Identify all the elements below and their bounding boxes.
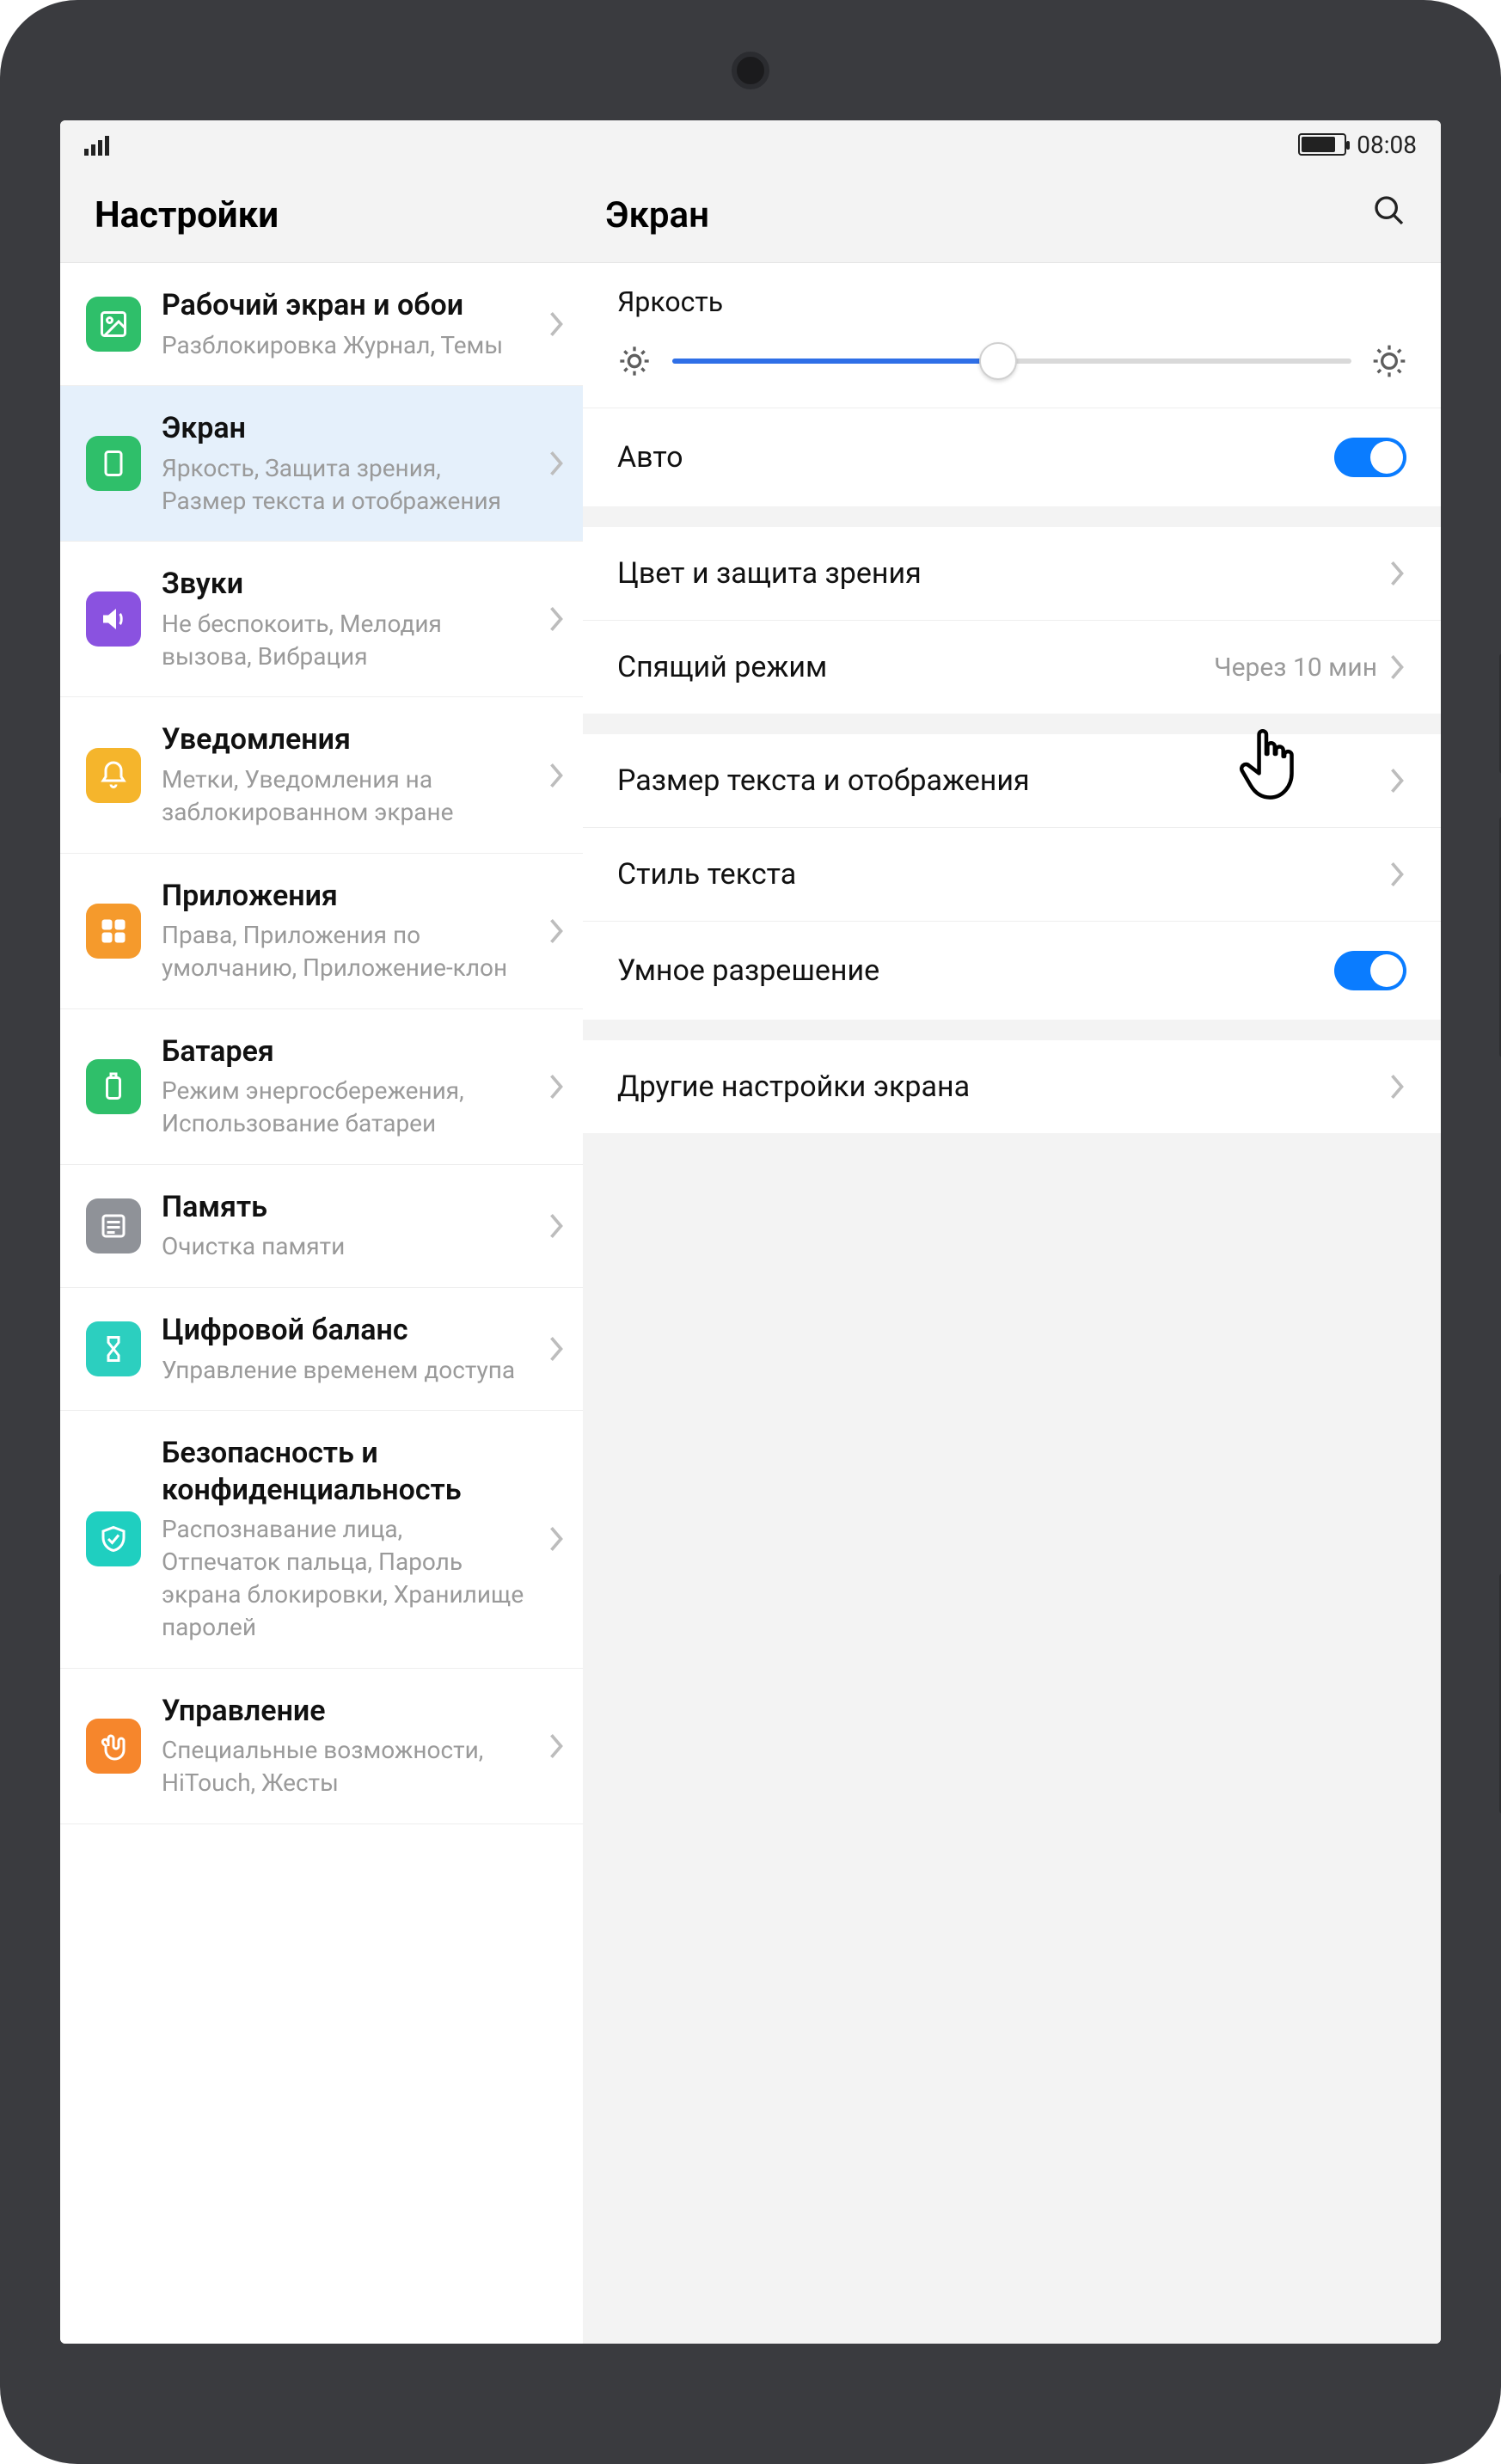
row-label: Стиль текста xyxy=(617,857,796,892)
row-label: Цвет и защита зрения xyxy=(617,556,922,591)
storage-icon xyxy=(86,1198,141,1253)
sidebar-item-subtitle: Специальные возможности, HiTouch, Жесты xyxy=(162,1734,526,1799)
sound-icon xyxy=(86,591,141,647)
sidebar-item-wallpaper[interactable]: Рабочий экран и обои Разблокировка Журна… xyxy=(60,263,583,386)
row-label: Спящий режим xyxy=(617,650,827,684)
chevron-right-icon xyxy=(547,604,566,634)
headers: Настройки Экран xyxy=(60,169,1441,263)
chevron-right-icon xyxy=(547,1333,566,1364)
row-other-display[interactable]: Другие настройки экрана xyxy=(583,1040,1441,1133)
chevron-right-icon xyxy=(547,1523,566,1554)
row-value: Через 10 мин xyxy=(1214,653,1377,683)
status-bar: 08:08 xyxy=(60,120,1441,169)
chevron-right-icon xyxy=(547,1211,566,1241)
row-text-style[interactable]: Стиль текста xyxy=(583,827,1441,921)
sidebar-item-label: Звуки xyxy=(162,566,526,603)
sidebar-item-subtitle: Управление временем доступа xyxy=(162,1354,526,1387)
hand-icon xyxy=(86,1719,141,1774)
bell-icon xyxy=(86,748,141,803)
sidebar-item-label: Цифровой баланс xyxy=(162,1312,526,1349)
chevron-right-icon xyxy=(547,1071,566,1102)
sidebar-item-storage[interactable]: Память Очистка памяти xyxy=(60,1165,583,1288)
sidebar-item-subtitle: Распознавание лица, Отпечаток пальца, Па… xyxy=(162,1513,526,1643)
settings-sidebar[interactable]: Рабочий экран и обои Разблокировка Журна… xyxy=(60,263,583,2344)
chevron-right-icon xyxy=(1388,765,1406,796)
sun-high-icon xyxy=(1372,344,1406,378)
signal-icon xyxy=(84,133,109,156)
sidebar-item-battery[interactable]: Батарея Режим энергосбережения, Использо… xyxy=(60,1009,583,1165)
chevron-right-icon xyxy=(1388,1071,1406,1102)
toggle-smart-resolution[interactable] xyxy=(1334,951,1406,990)
front-camera xyxy=(732,52,769,89)
sidebar-item-display[interactable]: Экран Яркость, Защита зрения, Размер тек… xyxy=(60,386,583,542)
row-sleep[interactable]: Спящий режим Через 10 мин xyxy=(583,620,1441,714)
wallpaper-icon xyxy=(86,297,141,352)
chevron-right-icon xyxy=(1388,859,1406,890)
search-icon[interactable] xyxy=(1372,193,1406,237)
sidebar-item-subtitle: Не беспокоить, Мелодия вызова, Вибрация xyxy=(162,608,526,673)
shield-icon xyxy=(86,1511,141,1566)
sidebar-item-label: Батарея xyxy=(162,1033,526,1070)
sidebar-item-label: Уведомления xyxy=(162,721,526,758)
battery-settings-icon xyxy=(86,1059,141,1114)
sidebar-item-sounds[interactable]: Звуки Не беспокоить, Мелодия вызова, Виб… xyxy=(60,542,583,697)
battery-icon xyxy=(1298,133,1346,156)
row-color-protect[interactable]: Цвет и защита зрения xyxy=(583,527,1441,620)
row-label: Умное разрешение xyxy=(617,953,879,988)
sidebar-item-notifications[interactable]: Уведомления Метки, Уведомления на заблок… xyxy=(60,697,583,853)
sidebar-item-label: Безопасность и конфиденциальность xyxy=(162,1435,526,1508)
row-label: Авто xyxy=(617,440,683,475)
row-label: Другие настройки экрана xyxy=(617,1070,970,1104)
toggle-auto-brightness[interactable] xyxy=(1334,438,1406,477)
slider-thumb[interactable] xyxy=(979,342,1017,380)
apps-icon xyxy=(86,904,141,959)
chevron-right-icon xyxy=(547,309,566,340)
row-label: Размер текста и отображения xyxy=(617,763,1030,798)
chevron-right-icon xyxy=(547,1731,566,1762)
status-time: 08:08 xyxy=(1357,131,1417,159)
sidebar-item-subtitle: Режим энергосбережения, Использование ба… xyxy=(162,1075,526,1140)
screen: 08:08 Настройки Экран xyxy=(60,120,1441,2344)
sidebar-item-label: Приложения xyxy=(162,878,526,915)
chevron-right-icon xyxy=(1388,652,1406,683)
row-text-size[interactable]: Размер текста и отображения xyxy=(583,734,1441,827)
sidebar-item-digital-balance[interactable]: Цифровой баланс Управление временем дост… xyxy=(60,1288,583,1411)
sidebar-item-subtitle: Разблокировка Журнал, Темы xyxy=(162,329,526,362)
display-icon xyxy=(86,436,141,491)
sidebar-item-apps[interactable]: Приложения Права, Приложения по умолчани… xyxy=(60,854,583,1009)
sidebar-item-label: Управление xyxy=(162,1693,526,1730)
chevron-right-icon xyxy=(547,760,566,791)
detail-title: Экран xyxy=(605,194,709,236)
sidebar-item-subtitle: Метки, Уведомления на заблокированном эк… xyxy=(162,763,526,829)
sidebar-item-security[interactable]: Безопасность и конфиденциальность Распоз… xyxy=(60,1411,583,1668)
chevron-right-icon xyxy=(547,916,566,947)
sidebar-item-subtitle: Яркость, Защита зрения, Размер текста и … xyxy=(162,452,526,518)
brightness-slider[interactable] xyxy=(672,359,1351,364)
brightness-label: Яркость xyxy=(617,285,1406,318)
detail-panel: Яркость Авто xyxy=(583,263,1441,2344)
sun-low-icon xyxy=(617,344,652,378)
tablet-frame: 08:08 Настройки Экран xyxy=(0,0,1501,2464)
chevron-right-icon xyxy=(1388,558,1406,589)
chevron-right-icon xyxy=(547,448,566,479)
sidebar-item-label: Память xyxy=(162,1189,526,1226)
row-auto-brightness[interactable]: Авто xyxy=(583,408,1441,506)
sidebar-item-accessibility[interactable]: Управление Специальные возможности, HiTo… xyxy=(60,1669,583,1824)
row-smart-resolution[interactable]: Умное разрешение xyxy=(583,921,1441,1020)
sidebar-item-label: Экран xyxy=(162,410,526,447)
hourglass-icon xyxy=(86,1321,141,1376)
sidebar-item-subtitle: Очистка памяти xyxy=(162,1230,526,1263)
sidebar-item-label: Рабочий экран и обои xyxy=(162,287,526,324)
sidebar-title: Настройки xyxy=(60,194,583,236)
sidebar-item-subtitle: Права, Приложения по умолчанию, Приложен… xyxy=(162,919,526,984)
